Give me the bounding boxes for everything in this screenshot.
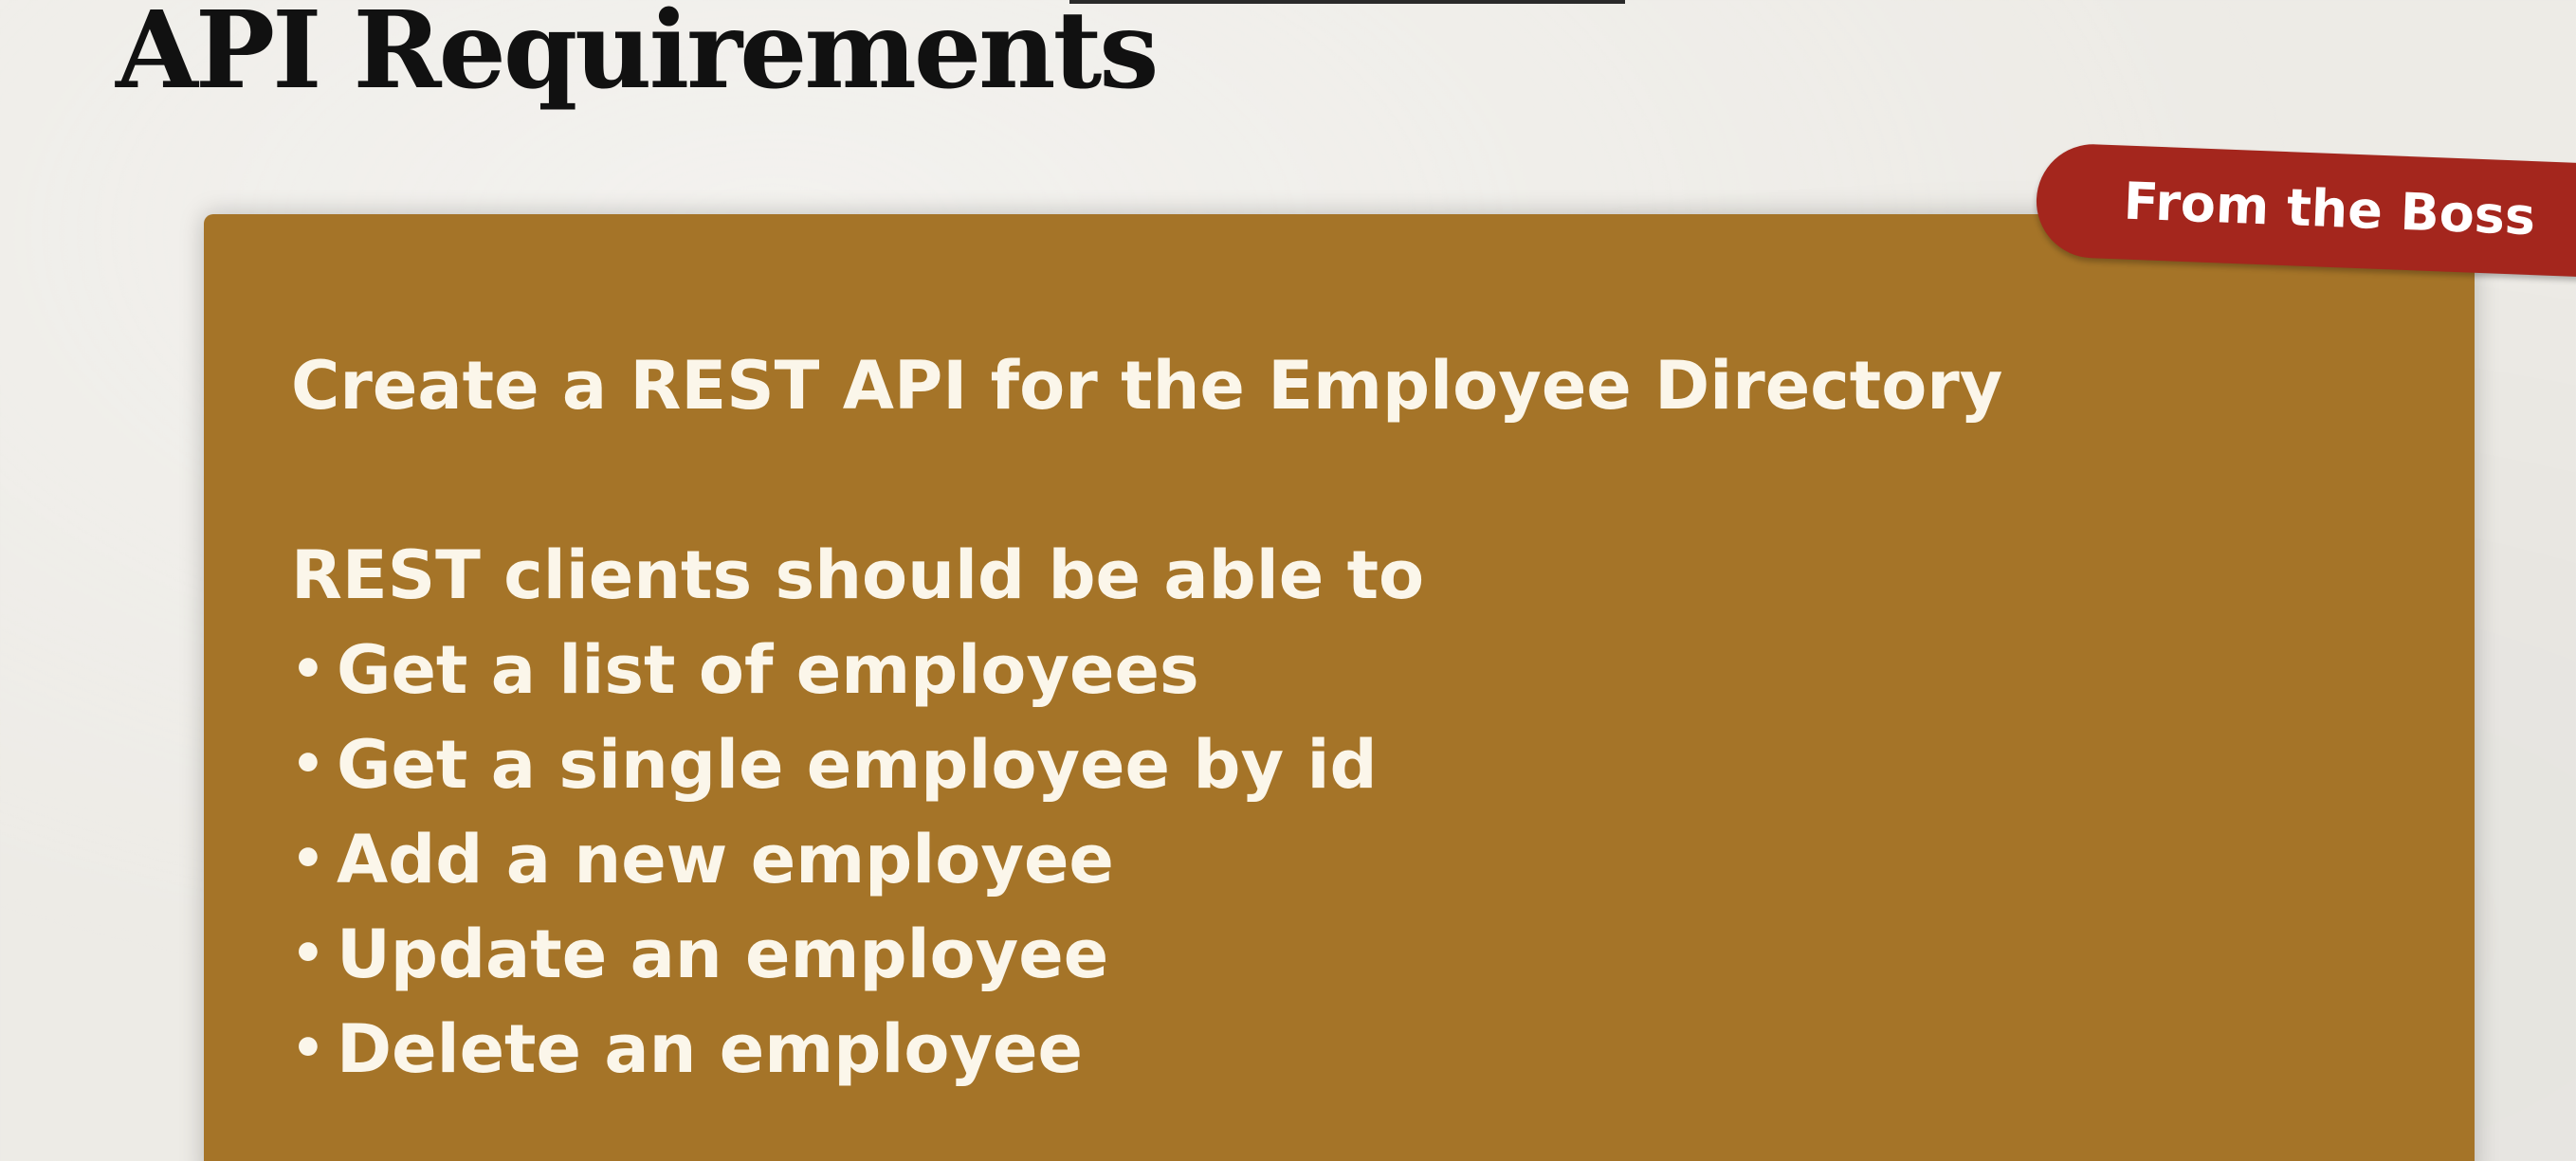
- list-item: • Delete an employee: [291, 1002, 2377, 1097]
- list-item: • Update an employee: [291, 907, 2377, 1002]
- from-the-boss-badge: From the Boss: [2034, 142, 2576, 279]
- badge-label: From the Boss: [2122, 171, 2537, 247]
- bullet-icon: •: [291, 639, 325, 700]
- requirements-text: Create a REST API for the Employee Direc…: [291, 338, 2377, 1097]
- requirements-list: • Get a list of employees • Get a single…: [291, 623, 2377, 1097]
- list-item: • Get a single employee by id: [291, 717, 2377, 812]
- list-item-label: Add a new employee: [337, 821, 1114, 898]
- list-item: • Add a new employee: [291, 812, 2377, 907]
- list-item-label: Update an employee: [337, 916, 1109, 993]
- requirements-card: Create a REST API for the Employee Direc…: [204, 214, 2475, 1161]
- list-item-label: Delete an employee: [337, 1010, 1083, 1088]
- card-heading: Create a REST API for the Employee Direc…: [291, 347, 2003, 425]
- list-item: • Get a list of employees: [291, 623, 2377, 717]
- list-item-label: Get a single employee by id: [337, 726, 1378, 804]
- slide-title: API Requirements: [116, 0, 1159, 113]
- bullet-icon: •: [291, 734, 325, 795]
- bullet-icon: •: [291, 923, 325, 985]
- bullet-icon: •: [291, 1018, 325, 1079]
- list-item-label: Get a list of employees: [337, 631, 1199, 709]
- bullet-icon: •: [291, 828, 325, 890]
- card-intro: REST clients should be able to: [291, 536, 1425, 614]
